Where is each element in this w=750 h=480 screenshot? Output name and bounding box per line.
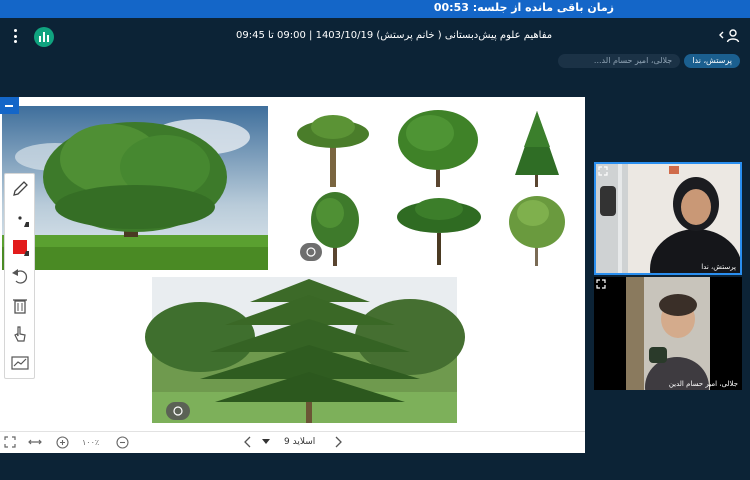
slide-nav-bar: ۱۰۰٪ اسلاید 9	[0, 431, 585, 453]
participant-chip-student[interactable]: جلالی، امیر حسام الد...	[558, 54, 681, 68]
dot-size-icon	[18, 216, 29, 227]
users-toggle-button[interactable]	[718, 28, 740, 44]
student-video	[594, 277, 742, 390]
pointer-tool[interactable]	[5, 319, 34, 348]
video-tile-student[interactable]: جلالی، امیر حسام الدین	[594, 277, 742, 390]
users-toggle-icon	[719, 29, 740, 43]
slide-image	[2, 106, 565, 423]
slide-selector[interactable]: اسلاید 9	[284, 437, 315, 447]
color-tool[interactable]	[5, 232, 34, 261]
color-swatch-icon	[13, 240, 29, 256]
timer-label: زمان باقی مانده از جلسه:	[472, 1, 614, 14]
class-title: مفاهیم علوم پیش‌دبستانی ( خانم پرستش) 14…	[236, 30, 553, 41]
fit-width-icon[interactable]	[28, 436, 42, 448]
video-name-teacher: پرستش، ندا	[701, 263, 736, 271]
teacher-video	[596, 164, 740, 273]
prev-slide-icon[interactable]	[244, 436, 252, 448]
hand-pointer-icon	[14, 326, 26, 342]
delete-tool[interactable]	[5, 290, 34, 319]
more-vertical-icon[interactable]	[12, 29, 18, 45]
zoom-out-icon[interactable]	[116, 436, 129, 449]
pencil-icon	[13, 181, 28, 196]
video-name-student: جلالی، امیر حسام الدین	[668, 380, 738, 388]
session-timer-bar: زمان باقی مانده از جلسه: 00:53	[0, 0, 750, 18]
class-header: مفاهیم علوم پیش‌دبستانی ( خانم پرستش) 14…	[0, 18, 750, 55]
drawing-toolbar	[4, 173, 35, 379]
expand-icon[interactable]	[598, 166, 608, 176]
video-tile-teacher[interactable]: پرستش، ندا	[594, 162, 742, 275]
timer-value: 00:53	[433, 1, 469, 14]
participant-chip-teacher[interactable]: پرستش، ندا	[684, 54, 740, 68]
dot-size-tool[interactable]	[5, 203, 34, 232]
chevron-down-icon[interactable]	[262, 439, 270, 445]
slide-board[interactable]	[0, 97, 585, 453]
pencil-tool[interactable]	[5, 174, 34, 203]
fullscreen-icon[interactable]	[4, 436, 16, 448]
undo-tool[interactable]	[5, 261, 34, 290]
session-timer: زمان باقی مانده از جلسه: 00:53	[434, 1, 614, 14]
chart-line-icon	[11, 356, 29, 370]
zoom-level: ۱۰۰٪	[82, 438, 100, 447]
graph-tool[interactable]	[5, 348, 34, 377]
trash-icon	[13, 299, 27, 314]
footer-bar	[0, 455, 750, 480]
collapse-panel-button[interactable]	[0, 97, 19, 114]
audio-bars-icon[interactable]	[34, 27, 54, 47]
zoom-in-icon[interactable]	[56, 436, 69, 449]
undo-icon	[12, 269, 28, 284]
expand-icon[interactable]	[596, 279, 606, 289]
next-slide-icon[interactable]	[334, 436, 342, 448]
participant-chips: پرستش، ندا جلالی، امیر حسام الد...	[558, 54, 740, 68]
